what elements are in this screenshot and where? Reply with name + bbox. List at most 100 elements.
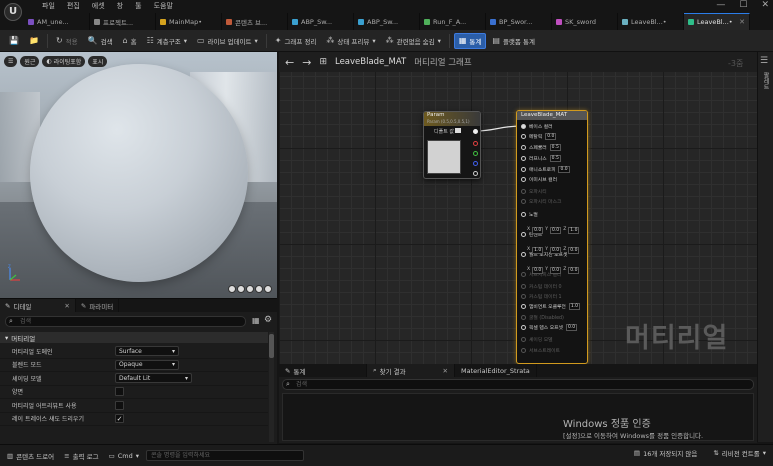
save-button[interactable]: 💾 (5, 33, 23, 49)
palette-tab[interactable]: 팔레트 (760, 72, 770, 90)
property-checkbox[interactable]: ✓ (115, 414, 124, 424)
input-pin[interactable]: 베이스 컬러 (521, 123, 553, 130)
input-pin[interactable]: 스페큘러 0.5 (521, 144, 561, 151)
maximize-icon[interactable]: ☐ (739, 0, 747, 10)
browse-button[interactable]: 📁 (25, 33, 43, 49)
input-pin[interactable]: 이미시브 컬러 (521, 176, 557, 183)
tab-strata[interactable]: MaterialEditor_Strata (455, 364, 537, 377)
console-command-input[interactable]: 콘솔 명령을 입력하세요 (145, 450, 304, 461)
document-tab[interactable]: ABP_Sw... (288, 13, 354, 30)
menu-window[interactable]: 창 (111, 1, 129, 12)
document-tab[interactable]: LeaveBl...• ✕ (684, 13, 750, 30)
menu-asset[interactable]: 에셋 (86, 1, 111, 12)
mesh-shape-icon[interactable] (264, 285, 272, 293)
plane-shape-icon[interactable] (246, 285, 254, 293)
content-drawer-button[interactable]: ▥ 콘텐츠 드로어 (4, 451, 57, 461)
property-checkbox[interactable] (115, 387, 124, 397)
back-arrow-icon[interactable]: ← (285, 56, 294, 69)
document-tab[interactable]: ABP_Sw... (354, 13, 420, 30)
revision-control-button[interactable]: ⇅ 리비전 컨트롤 ▾ (710, 448, 769, 458)
input-pin[interactable]: 앰비언트 오클루전 1.0 (521, 303, 581, 310)
input-pin[interactable]: 오파시티 마스크 (521, 198, 561, 205)
input-pin[interactable]: 애니소트로피 0.0 (521, 166, 570, 173)
details-scrollbar-thumb[interactable] (269, 334, 274, 358)
platform-stats-button[interactable]: ▤ 플랫폼 통계 (488, 33, 539, 49)
property-checkbox[interactable] (115, 400, 124, 410)
property-dropdown[interactable]: Surface ▾ (115, 346, 179, 357)
preview-viewport[interactable]: ☰ 원근 ◐ 라이팅포함 표시 Z (0, 52, 277, 298)
material-result-node[interactable]: LeaveBlade_MAT 베이스 컬러 메탈릭 0.0 스페큘러 0.5 러프니스 0.… (516, 110, 588, 364)
output-pin-a[interactable] (473, 171, 478, 176)
breadcrumb-asset[interactable]: LeaveBlade_MAT (335, 57, 406, 67)
input-pin[interactable]: 커스텀 데이터 0 (521, 283, 562, 290)
input-pin[interactable]: 메탈릭 0.0 (521, 133, 557, 140)
input-pin[interactable]: 노멀 (521, 211, 538, 218)
document-tab[interactable]: LeaveBl...• (618, 13, 684, 30)
cube-shape-icon[interactable] (255, 285, 263, 293)
property-dropdown[interactable]: Default Lit ▾ (115, 373, 192, 384)
menu-help[interactable]: 도움말 (148, 1, 179, 12)
document-tab[interactable]: 콘텐츠 브... (222, 13, 288, 30)
input-pin[interactable]: 오파시티 (521, 188, 547, 195)
close-window-icon[interactable]: ✕ (761, 0, 769, 10)
input-pin[interactable]: 서브스트레이트 (521, 347, 560, 354)
details-search-input[interactable]: 검색 (5, 316, 246, 327)
unsaved-button[interactable]: ▤ 16개 저장되지 않음 (631, 448, 700, 458)
output-pin-b[interactable] (473, 161, 478, 166)
cmd-button[interactable]: ▭ Cmd ▾ (106, 452, 142, 460)
search-button[interactable]: 🔍 검색 (84, 33, 117, 49)
tab-parameters[interactable]: ✎ 파라미터 (75, 299, 120, 312)
minimize-icon[interactable]: — (716, 0, 725, 10)
menu-icon[interactable]: ☰ (760, 56, 768, 66)
close-icon[interactable]: ✕ (443, 367, 448, 375)
input-pin[interactable]: 셰이딩 모델 (521, 336, 553, 343)
input-pin[interactable]: 러프니스 0.5 (521, 155, 561, 162)
output-pin-r[interactable] (473, 141, 478, 146)
document-tab[interactable]: 프로젝트... (90, 13, 156, 30)
parameter-node[interactable]: Param Param (0.5,0.5,0.5,1) 디폴트 값 (423, 111, 481, 179)
input-pin[interactable]: 굴절 (Disabled) (521, 314, 564, 321)
color-swatch-icon[interactable] (455, 128, 461, 133)
preview-state-button[interactable]: ⁂ 상태 프리뷰 ▾ (322, 33, 379, 49)
viewport-menu-button[interactable]: ☰ (4, 56, 18, 67)
document-tab[interactable]: SK_sword (552, 13, 618, 30)
document-tab[interactable]: AM_une... (24, 13, 90, 30)
output-log-button[interactable]: ≡ 출력 로그 (61, 451, 101, 461)
menu-edit[interactable]: 편집 (61, 1, 86, 12)
live-update-button[interactable]: ▭ 라이브 업데이트 ▾ (193, 33, 262, 49)
document-tab[interactable]: MainMap• (156, 13, 222, 30)
menu-tools[interactable]: 툴 (129, 1, 147, 12)
document-tab[interactable]: Run_F_A... (420, 13, 486, 30)
folder-icon: 📁 (28, 36, 39, 45)
tab-find-results[interactable]: ⌕ 찾기 결과 ✕ (367, 364, 455, 377)
clean-graph-button[interactable]: ✦ 그래프 정리 (271, 33, 321, 49)
asset-type-icon (358, 18, 364, 25)
home-button[interactable]: ⌂ 홈 (119, 33, 141, 49)
output-pin-rgb[interactable] (473, 129, 478, 134)
close-icon[interactable]: ✕ (64, 302, 69, 310)
lit-button[interactable]: ◐ 라이팅포함 (42, 56, 86, 67)
output-pin-g[interactable] (473, 151, 478, 156)
input-pin[interactable]: 픽셀 뎁스 오프셋 0.0 (521, 324, 578, 331)
property-dropdown[interactable]: Opaque ▾ (115, 359, 179, 370)
stats-button[interactable]: ▦ 통계 (453, 32, 487, 49)
show-button[interactable]: 표시 (88, 56, 108, 67)
menu-file[interactable]: 파일 (36, 1, 61, 12)
hierarchy-button[interactable]: ☷ 계층구조 ▾ (143, 33, 191, 49)
tab-details[interactable]: ✎ 디테일 ✕ (0, 299, 76, 312)
close-icon[interactable]: ✕ (739, 18, 745, 26)
tab-stats[interactable]: ✎ 통계 (279, 364, 367, 377)
find-search-input[interactable]: 검색 (282, 379, 754, 390)
section-header-material[interactable]: ▾ 머티리얼 (0, 332, 268, 343)
forward-arrow-icon[interactable]: → (302, 56, 311, 69)
input-pin[interactable]: 커스텀 데이터 1 (521, 293, 562, 300)
gear-icon[interactable]: ⚙ (264, 315, 272, 325)
sphere-shape-icon[interactable] (228, 285, 236, 293)
hide-unrelated-button[interactable]: ⁂ 관련없음 숨김 ▾ (382, 33, 445, 49)
document-tab[interactable]: BP_Swor... (486, 13, 552, 30)
perspective-button[interactable]: 원근 (20, 56, 40, 67)
unreal-logo-icon[interactable]: U (4, 3, 22, 21)
cylinder-shape-icon[interactable] (237, 285, 245, 293)
grid-view-icon[interactable]: ▦ (252, 316, 260, 325)
apply-button[interactable]: ↻ 적용 (52, 33, 82, 49)
